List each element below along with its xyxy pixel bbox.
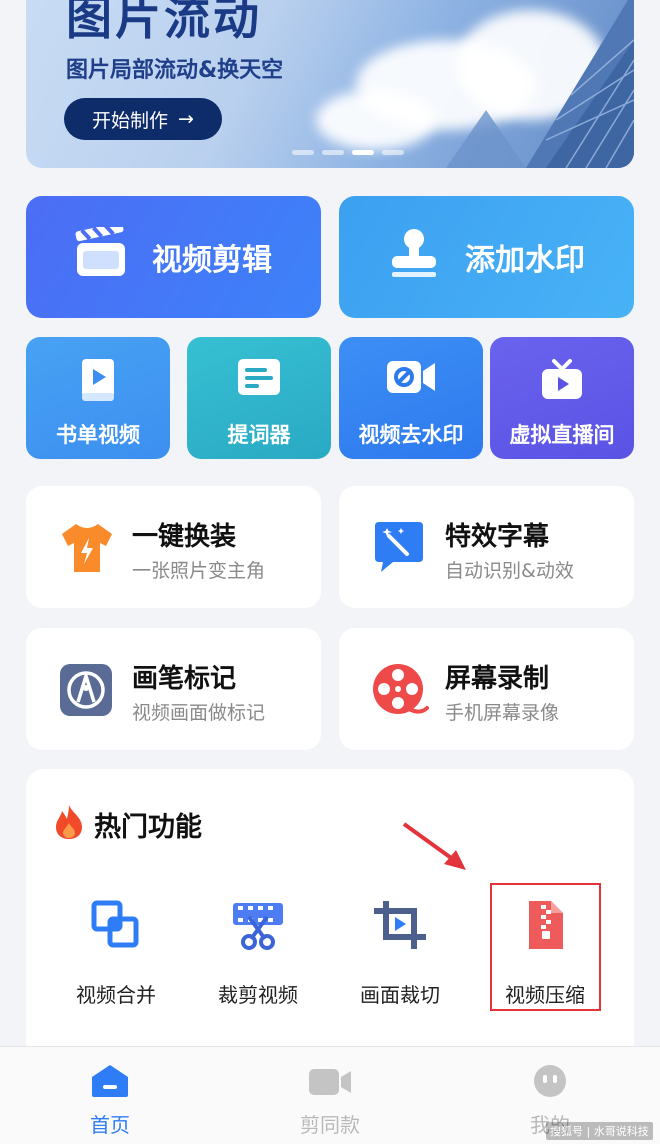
booklist-video-label: 书单视频 <box>56 423 140 447</box>
screen-record-subtitle: 手机屏幕录像 <box>445 702 560 724</box>
pen-mark-title: 画笔标记 <box>132 664 237 694</box>
compress-video-item[interactable]: 视频压缩 <box>490 883 601 1015</box>
start-create-button[interactable]: 开始制作 → <box>64 98 222 140</box>
virtual-live-tile[interactable]: 虚拟直播间 <box>490 337 634 459</box>
banner-page-indicator <box>292 150 404 155</box>
flame-icon <box>52 803 86 845</box>
hot-features-header: 热门功能 <box>52 803 202 845</box>
compress-video-label: 视频压缩 <box>505 983 585 1007</box>
outfit-change-subtitle: 一张照片变主角 <box>132 560 266 582</box>
building-illustration <box>446 0 634 168</box>
tab-home[interactable]: 首页 <box>50 1063 170 1138</box>
pointer-arrow-icon <box>402 822 466 870</box>
magic-subtitle-icon <box>371 520 427 578</box>
add-watermark-label: 添加水印 <box>465 243 585 278</box>
promo-banner[interactable]: 图片流动 图片局部流动&换天空 开始制作 → <box>26 0 634 168</box>
effect-subtitle-subtitle: 自动识别&动效 <box>445 560 574 582</box>
remove-watermark-label: 视频去水印 <box>358 423 464 447</box>
screen-record-title: 屏幕录制 <box>445 664 550 694</box>
merge-video-item[interactable]: 视频合并 <box>46 891 186 1015</box>
video-watermark-remove-icon <box>385 357 437 402</box>
page-dot <box>292 150 314 155</box>
clapperboard-icon <box>74 222 128 287</box>
tab-same-style-label: 剪同款 <box>300 1113 360 1137</box>
video-camera-icon <box>270 1063 390 1103</box>
banner-subtitle: 图片局部流动&换天空 <box>66 58 284 83</box>
zip-file-icon <box>523 899 567 955</box>
effect-subtitle-title: 特效字幕 <box>445 522 550 552</box>
crop-frame-label: 画面裁切 <box>360 983 440 1007</box>
teleprompter-tile[interactable]: 提词器 <box>187 337 331 459</box>
teleprompter-label: 提词器 <box>227 423 291 447</box>
banner-title: 图片流动 <box>66 0 262 45</box>
page-dot <box>322 150 344 155</box>
profile-face-icon <box>490 1063 610 1103</box>
teleprompter-icon <box>236 357 282 406</box>
film-reel-icon <box>371 662 429 724</box>
hot-features-section: 热门功能 视频合并 裁剪视频 画面裁切 视频压缩 <box>26 769 634 1059</box>
tv-live-icon <box>539 357 585 408</box>
hot-features-title: 热门功能 <box>94 811 202 843</box>
page-dot <box>382 150 404 155</box>
booklist-video-tile[interactable]: 书单视频 <box>26 337 170 459</box>
cut-video-icon <box>231 899 285 955</box>
virtual-live-label: 虚拟直播间 <box>509 423 615 447</box>
video-edit-label: 视频剪辑 <box>152 243 272 278</box>
outfit-change-title: 一键换装 <box>132 522 237 552</box>
book-video-icon <box>78 357 118 408</box>
start-create-label: 开始制作 <box>92 109 169 132</box>
merge-video-label: 视频合并 <box>76 983 156 1007</box>
source-watermark: 搜狐号 | 水哥说科技 <box>546 1122 653 1140</box>
merge-icon <box>90 899 142 955</box>
tshirt-icon <box>58 520 116 578</box>
outfit-change-card[interactable]: 一键换装 一张照片变主角 <box>26 486 321 608</box>
pen-mark-subtitle: 视频画面做标记 <box>132 702 266 724</box>
stamp-icon <box>387 226 441 288</box>
cut-video-label: 裁剪视频 <box>218 983 298 1007</box>
tab-home-label: 首页 <box>90 1113 130 1137</box>
pen-mark-card[interactable]: 画笔标记 视频画面做标记 <box>26 628 321 750</box>
crop-icon <box>372 899 428 955</box>
cut-video-item[interactable]: 裁剪视频 <box>188 891 328 1015</box>
home-icon <box>50 1063 170 1103</box>
pen-mark-icon <box>58 662 114 722</box>
tab-same-style[interactable]: 剪同款 <box>270 1063 390 1138</box>
crop-frame-item[interactable]: 画面裁切 <box>330 891 470 1015</box>
cloud-decoration <box>316 90 436 150</box>
screen-record-card[interactable]: 屏幕录制 手机屏幕录像 <box>339 628 634 750</box>
arrow-right-icon: → <box>178 108 194 130</box>
add-watermark-card[interactable]: 添加水印 <box>339 196 634 318</box>
effect-subtitle-card[interactable]: 特效字幕 自动识别&动效 <box>339 486 634 608</box>
remove-watermark-tile[interactable]: 视频去水印 <box>339 337 483 459</box>
page-dot-active <box>352 150 374 155</box>
video-edit-card[interactable]: 视频剪辑 <box>26 196 321 318</box>
